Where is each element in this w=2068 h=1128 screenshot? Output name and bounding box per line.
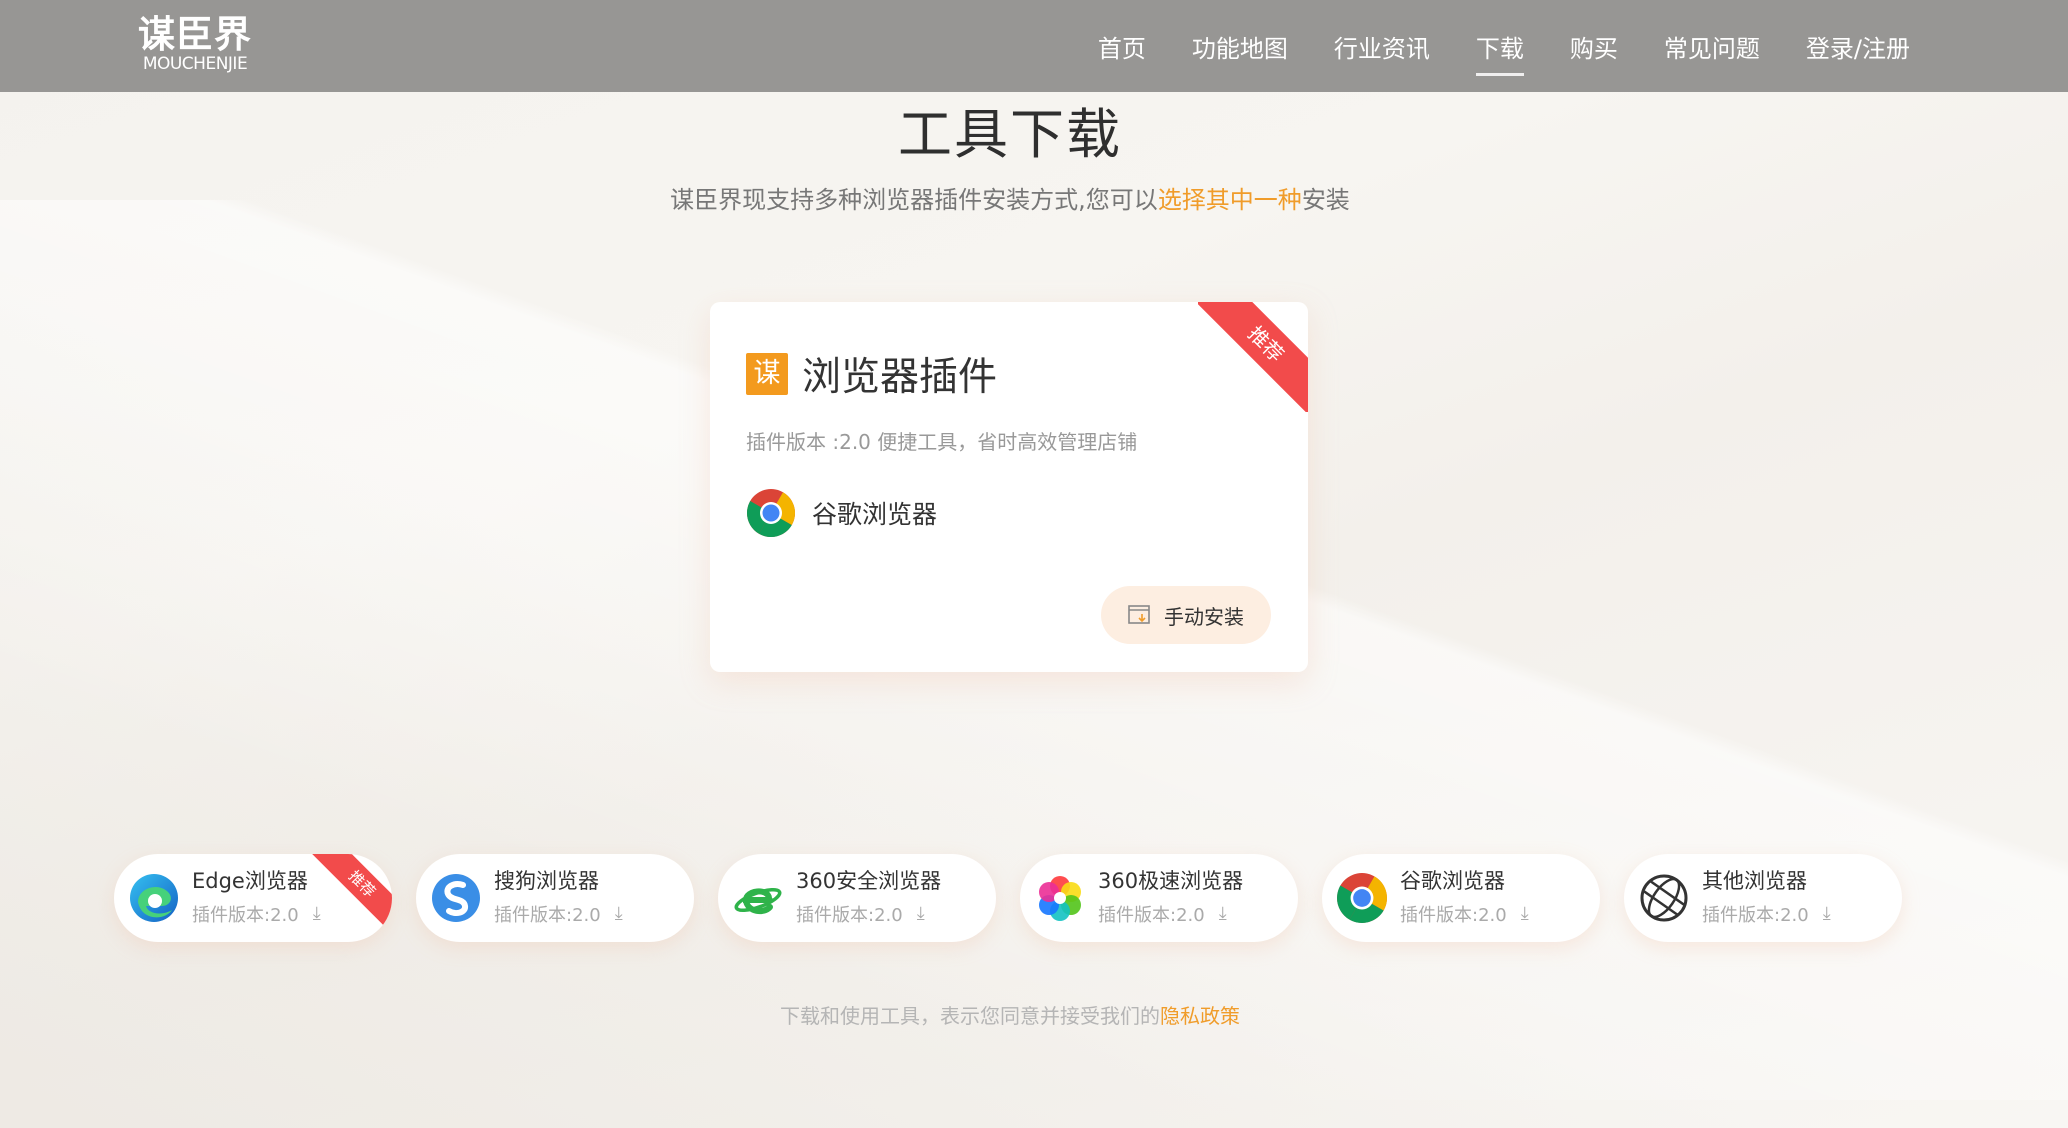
360-safe-icon xyxy=(734,887,782,915)
browser-name: 360安全浏览器 xyxy=(796,869,942,894)
plugin-card: 推荐 谋 浏览器插件 插件版本 :2.0 便捷工具，省时高效管理店铺 谷歌浏览器… xyxy=(710,302,1308,672)
edge-icon xyxy=(130,874,178,922)
site-logo[interactable]: 谋臣界 MOUCHENJIE xyxy=(138,16,252,73)
nav-login-register[interactable]: 登录/注册 xyxy=(1806,19,1910,74)
subtitle-text-before: 谋臣界现支持多种浏览器插件安装方式,您可以 xyxy=(670,186,1158,214)
browser-item-edge[interactable]: Edge浏览器 插件版本:2.0 ⤓ 推荐 xyxy=(114,854,392,942)
logo-english-text: MOUCHENJIE xyxy=(142,54,248,74)
top-navigation-bar: 谋臣界 MOUCHENJIE 首页 功能地图 行业资讯 下载 购买 常见问题 登… xyxy=(0,0,2068,92)
subtitle-highlight: 选择其中一种 xyxy=(1157,186,1302,214)
nav-faq[interactable]: 常见问题 xyxy=(1664,19,1760,74)
browser-item-sogou[interactable]: 搜狗浏览器 插件版本:2.0 ⤓ xyxy=(416,854,694,942)
download-icon[interactable]: ⤓ xyxy=(1219,903,1227,924)
browser-version: 插件版本:2.0 xyxy=(494,904,601,926)
globe-icon xyxy=(1640,874,1688,922)
browser-version: 插件版本:2.0 xyxy=(1400,904,1507,926)
recommended-ribbon-label: 推荐 xyxy=(1198,302,1308,412)
nav-feature-map[interactable]: 功能地图 xyxy=(1192,19,1288,74)
recommended-ribbon: 推荐 xyxy=(312,854,392,934)
download-icon[interactable]: ⤓ xyxy=(1521,903,1529,924)
logo-chinese-text: 谋臣界 xyxy=(138,13,252,56)
browser-name: 360极速浏览器 xyxy=(1098,869,1244,894)
privacy-policy-link[interactable]: 隐私政策 xyxy=(1160,1004,1240,1028)
nav-purchase[interactable]: 购买 xyxy=(1570,19,1618,74)
browser-item-360-speed[interactable]: 360极速浏览器 插件版本:2.0 ⤓ xyxy=(1020,854,1298,942)
browser-name: 其他浏览器 xyxy=(1702,869,1807,894)
browser-item-other[interactable]: 其他浏览器 插件版本:2.0 ⤓ xyxy=(1624,854,1902,942)
page-subtitle: 谋臣界现支持多种浏览器插件安装方式,您可以选择其中一种安装 xyxy=(0,180,2020,215)
browser-download-list: Edge浏览器 插件版本:2.0 ⤓ 推荐 搜狗浏览器 插件版本:2.0 ⤓ 360… xyxy=(114,854,1902,942)
plugin-card-title: 浏览器插件 xyxy=(802,355,998,400)
brand-icon: 谋 xyxy=(746,353,788,395)
manual-install-label: 手动安装 xyxy=(1164,606,1244,629)
browser-version: 插件版本:2.0 xyxy=(192,904,299,926)
nav-download[interactable]: 下载 xyxy=(1475,19,1524,76)
chrome-icon xyxy=(1337,873,1387,923)
download-icon[interactable]: ⤓ xyxy=(615,903,623,924)
subtitle-text-after: 安装 xyxy=(1301,186,1350,214)
360-speed-icon xyxy=(1039,876,1081,921)
browser-item-360-safe[interactable]: 360安全浏览器 插件版本:2.0 ⤓ xyxy=(718,854,996,942)
browser-version: 插件版本:2.0 xyxy=(796,904,903,926)
install-icon xyxy=(1128,605,1150,624)
download-icon[interactable]: ⤓ xyxy=(917,903,925,924)
privacy-note-text: 下载和使用工具，表示您同意并接受我们的 xyxy=(780,1004,1160,1028)
browser-name: 搜狗浏览器 xyxy=(494,869,599,894)
sogou-icon xyxy=(432,874,480,922)
browser-version: 插件版本:2.0 xyxy=(1702,904,1809,926)
manual-install-button[interactable]: 手动安装 xyxy=(1101,586,1271,644)
main-nav: 首页 功能地图 行业资讯 下载 购买 常见问题 登录/注册 xyxy=(1098,0,1910,92)
recommended-ribbon-label: 推荐 xyxy=(312,854,392,934)
plugin-card-header: 谋 浏览器插件 xyxy=(746,346,997,402)
browser-name: Edge浏览器 xyxy=(192,869,308,894)
recommended-ribbon: 推荐 xyxy=(1198,302,1308,412)
plugin-card-browser: 谷歌浏览器 xyxy=(746,488,937,538)
browser-version: 插件版本:2.0 xyxy=(1098,904,1205,926)
privacy-note: 下载和使用工具，表示您同意并接受我们的隐私政策 xyxy=(0,1000,2020,1029)
browser-name: 谷歌浏览器 xyxy=(1400,869,1505,894)
nav-home[interactable]: 首页 xyxy=(1098,19,1146,74)
page-title: 工具下载 xyxy=(898,103,1122,166)
plugin-card-browser-name: 谷歌浏览器 xyxy=(812,500,938,529)
browser-item-chrome[interactable]: 谷歌浏览器 插件版本:2.0 ⤓ xyxy=(1322,854,1600,942)
chrome-icon xyxy=(747,489,795,538)
nav-industry-news[interactable]: 行业资讯 xyxy=(1334,19,1430,74)
download-icon[interactable]: ⤓ xyxy=(1823,903,1831,924)
plugin-card-description: 插件版本 :2.0 便捷工具，省时高效管理店铺 xyxy=(746,430,1138,454)
